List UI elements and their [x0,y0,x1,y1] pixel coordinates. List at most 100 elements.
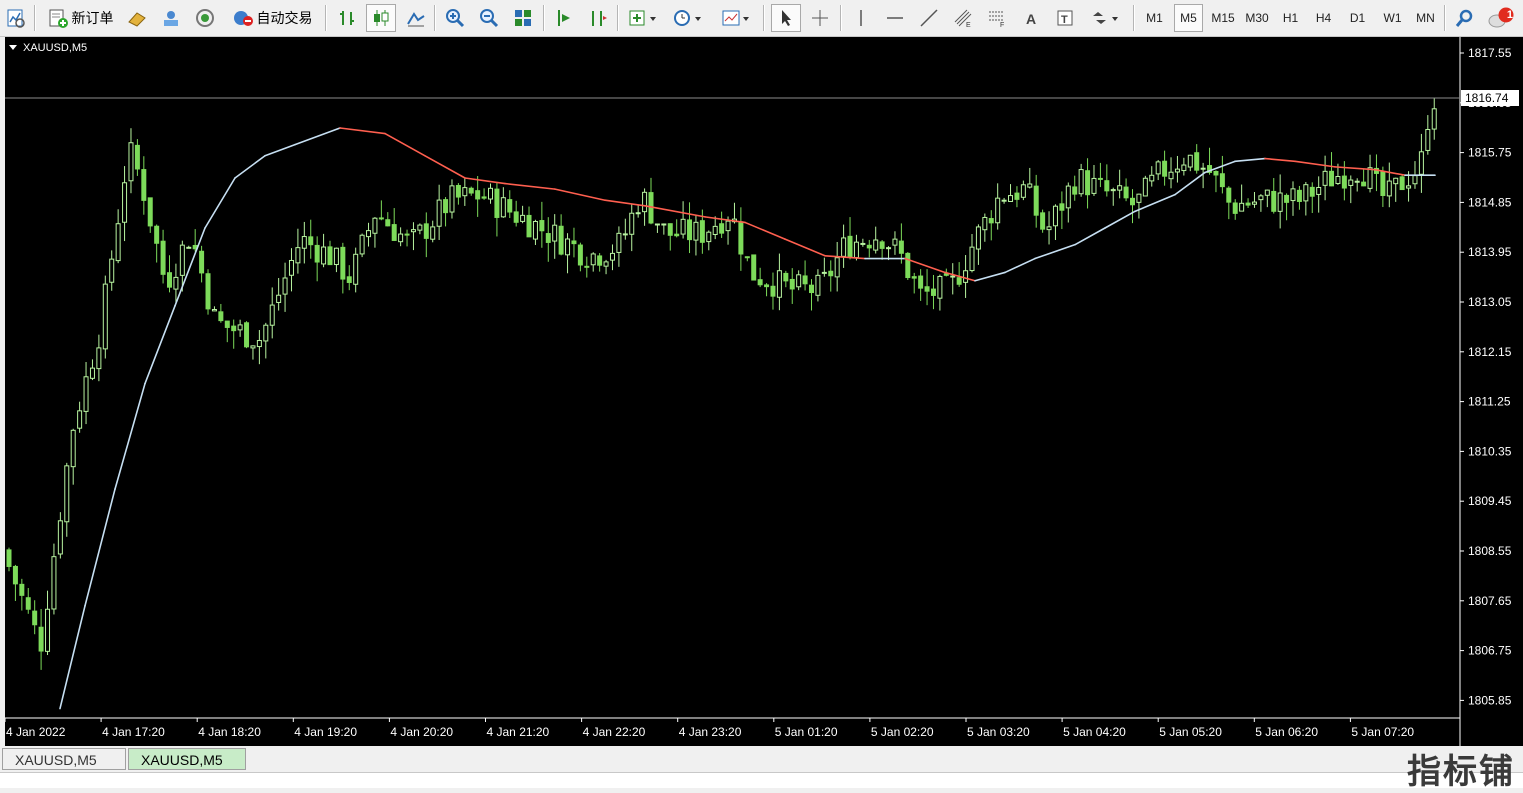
candlestick-chart-button[interactable] [366,4,396,32]
text-label-button[interactable]: T [1051,4,1079,32]
candle-body [725,220,731,232]
cursor-tool-button[interactable] [771,4,801,32]
moving-average-segment [744,221,786,240]
candle-body [609,252,615,261]
candle-body [295,247,301,264]
chart-shift-button[interactable] [584,4,612,32]
zoom-in-button[interactable] [441,4,469,32]
candle-body [147,197,153,227]
indicators-icon [629,10,656,26]
timeframe-mn[interactable]: MN [1411,4,1440,32]
timeframe-d1[interactable]: D1 [1343,4,1372,32]
candle-body [1354,180,1360,183]
candle-body [654,223,660,226]
candle-body [802,275,808,285]
candle-body [359,234,365,255]
candle-body [635,212,641,215]
notifications-button[interactable]: 1 [1486,4,1518,32]
candle-body [841,237,847,257]
moving-average-segment [264,143,296,157]
equidistant-channel-button[interactable]: E [949,4,977,32]
signals-button[interactable] [192,4,218,32]
fibonacci-button[interactable]: F [983,4,1011,32]
svg-text:F: F [1000,22,1004,28]
chart-menu-arrow-icon[interactable] [9,45,17,50]
candle-body [77,410,83,429]
moving-average-segment [554,188,606,202]
candle-body [1097,177,1103,180]
autotrade-button[interactable]: 自动交易 [226,4,318,32]
candle-body [70,429,76,468]
candle-body [96,347,102,370]
candle-body [622,233,628,236]
candle-body [853,241,859,259]
moving-average-segment [1174,171,1206,196]
candle-body [1367,167,1373,189]
time-axis-label: 4 Jan 18:20 [198,725,261,739]
candle-body [699,220,705,243]
candle-body [969,246,975,272]
candle-body [1425,129,1431,151]
price-axis-label: 1809.45 [1468,494,1512,508]
vertical-line-icon [860,10,862,26]
text-tool-button[interactable]: A [1017,4,1045,32]
zoom-out-button[interactable] [475,4,503,32]
periods-button[interactable] [668,4,708,32]
arrows-button[interactable] [1085,4,1125,32]
clock-icon [674,10,701,26]
templates-icon [722,10,749,26]
candle-body [398,233,404,243]
candle-body [1418,151,1424,175]
toolbar-separator [1133,5,1135,31]
candle-body [1065,185,1071,209]
search-button[interactable] [1451,4,1479,32]
horizontal-line-button[interactable] [881,4,909,32]
candle-body [167,272,172,288]
auto-scroll-button[interactable] [550,4,578,32]
new-order-button[interactable]: 新订单 [40,4,120,32]
candle-body [173,276,179,290]
trendline-button[interactable] [915,4,943,32]
timeframe-h4[interactable]: H4 [1309,4,1338,32]
candle-body [19,583,25,596]
market-watch-button[interactable] [3,4,29,32]
candle-body [1110,189,1116,192]
moving-average-segment [424,154,466,179]
candle-body [1149,174,1155,182]
candle-body [1174,168,1180,173]
templates-button[interactable] [716,4,756,32]
timeframe-m30[interactable]: M30 [1241,4,1273,32]
moving-average-segment [604,199,646,207]
line-chart-button[interactable] [402,4,430,32]
candle-body [513,211,519,223]
timeframe-m1[interactable]: M1 [1140,4,1169,32]
tab-xauusd-m5[interactable]: XAUUSD,M5 [2,748,126,770]
candle-body [571,240,577,245]
candle-body [687,219,693,241]
chart-window[interactable]: 1817.551816.651815.751814.851813.951813.… [5,37,1523,746]
tab-xauusd-m5-active[interactable]: XAUUSD,M5 [128,748,246,770]
candle-body [1219,173,1225,188]
vertical-line-button[interactable] [847,4,875,32]
candle-body [83,376,89,412]
timeframe-w1[interactable]: W1 [1378,4,1407,32]
candle-body [539,220,545,232]
navigator-button[interactable] [158,4,184,32]
candle-body [815,274,821,296]
candle-body [199,250,205,274]
trendline-icon [920,9,938,27]
candle-body [1130,197,1135,206]
moving-average-segment [1074,227,1106,246]
bar-chart-button[interactable] [333,4,361,32]
metaeditor-button[interactable] [124,4,150,32]
candle-body [950,275,956,278]
timeframe-h1[interactable]: H1 [1276,4,1305,32]
tile-windows-button[interactable] [509,4,537,32]
indicators-button[interactable] [624,4,662,32]
candle-body [1226,187,1232,203]
candle-body [276,294,282,303]
timeframe-m15[interactable]: M15 [1207,4,1239,32]
timeframe-m5[interactable]: M5 [1174,4,1203,32]
crosshair-button[interactable] [806,4,834,32]
candle-body [1033,185,1039,216]
